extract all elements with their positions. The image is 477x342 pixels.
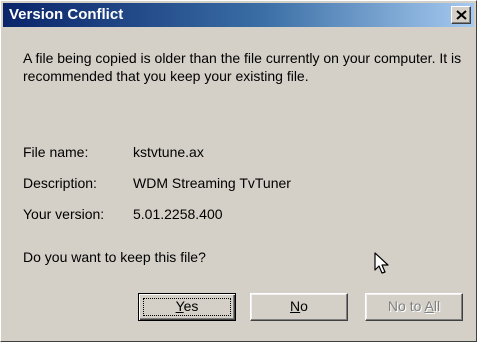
description-label: Description:: [23, 175, 97, 191]
version-value: 5.01.2258.400: [133, 206, 223, 222]
file-name-value: kstvtune.ax: [133, 144, 204, 160]
keep-file-question: Do you want to keep this file?: [23, 249, 206, 265]
no-button[interactable]: No: [250, 293, 348, 321]
yes-button[interactable]: Yes: [138, 293, 236, 321]
no-to-all-label-suffix: ll: [433, 298, 441, 314]
close-button[interactable]: [451, 6, 471, 24]
file-name-label: File name:: [23, 144, 89, 160]
no-label-suffix: o: [300, 298, 308, 314]
version-label: Your version:: [23, 206, 105, 222]
no-to-all-mnemonic: A: [424, 298, 434, 314]
no-mnemonic: N: [290, 298, 301, 314]
no-to-all-label-prefix: No to: [387, 298, 425, 314]
no-to-all-button[interactable]: No to All: [365, 293, 463, 321]
description-value: WDM Streaming TvTuner: [133, 175, 291, 191]
version-conflict-dialog: Version Conflict A file being copied is …: [0, 0, 477, 342]
focus-rect: [143, 298, 231, 316]
conflict-message: A file being copied is older than the fi…: [23, 50, 462, 84]
dialog-title: Version Conflict: [9, 6, 124, 23]
mouse-pointer-icon: [374, 252, 389, 274]
close-icon: [456, 10, 467, 20]
title-bar[interactable]: Version Conflict: [3, 3, 474, 27]
